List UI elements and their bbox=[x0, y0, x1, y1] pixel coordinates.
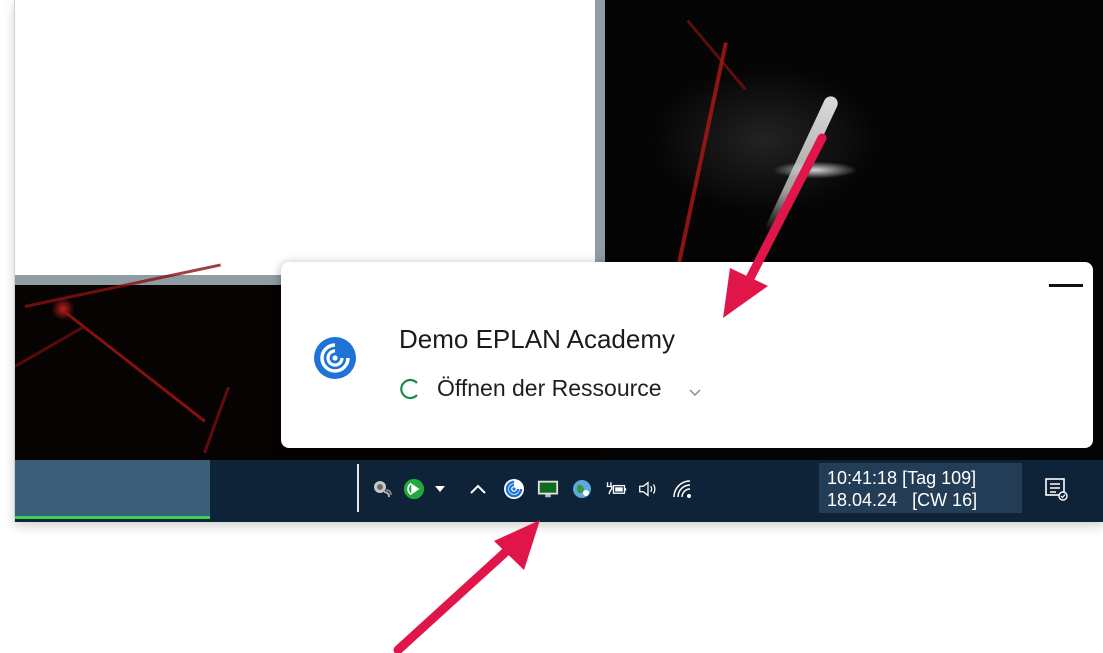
notification-center-icon[interactable] bbox=[1043, 476, 1069, 502]
taskbar-active-app[interactable] bbox=[15, 460, 210, 518]
taskbar-clock[interactable]: 10:41:18 [Tag 109] 18.04.24 [CW 16] bbox=[819, 463, 1022, 513]
play-circle-icon[interactable] bbox=[403, 478, 425, 500]
clock-date: 18.04.24 [CW 16] bbox=[827, 490, 978, 510]
taskbar: 10:41:18 [Tag 109] 18.04.24 [CW 16] bbox=[15, 460, 1103, 522]
dropdown-triangle-icon[interactable] bbox=[429, 478, 451, 500]
chevron-down-icon[interactable] bbox=[688, 384, 702, 400]
minimize-icon[interactable] bbox=[1049, 284, 1083, 287]
globe-icon[interactable] bbox=[571, 478, 593, 500]
wallpaper-red-line bbox=[15, 325, 86, 368]
monitor-icon[interactable] bbox=[537, 478, 559, 500]
toast-notification[interactable]: Demo EPLAN Academy Öffnen der Ressource bbox=[281, 262, 1093, 448]
wifi-icon[interactable] bbox=[671, 478, 693, 500]
notification-status-row: Öffnen der Ressource bbox=[399, 375, 702, 402]
window-border-vertical bbox=[595, 0, 605, 285]
active-app-indicator bbox=[15, 516, 210, 519]
taskbar-separator bbox=[357, 464, 359, 512]
app-window-white bbox=[15, 0, 595, 280]
chevron-up-icon[interactable] bbox=[467, 478, 489, 500]
satellite-dish-icon[interactable] bbox=[371, 478, 393, 500]
notification-title: Demo EPLAN Academy bbox=[399, 324, 676, 354]
wallpaper-red-line bbox=[676, 42, 728, 268]
wallpaper-red-line bbox=[203, 386, 230, 454]
eplan-academy-icon bbox=[313, 336, 357, 380]
wallpaper-light-streak bbox=[763, 94, 841, 236]
speaker-icon[interactable] bbox=[637, 478, 659, 500]
clock-time: 10:41:18 [Tag 109] bbox=[827, 468, 977, 488]
notification-status: Öffnen der Ressource bbox=[437, 375, 662, 401]
battery-plug-icon[interactable] bbox=[605, 478, 627, 500]
arrow-to-tray-icon bbox=[393, 520, 540, 653]
loading-spinner-icon bbox=[400, 378, 418, 399]
eplan-academy-tray-icon[interactable] bbox=[503, 478, 525, 500]
